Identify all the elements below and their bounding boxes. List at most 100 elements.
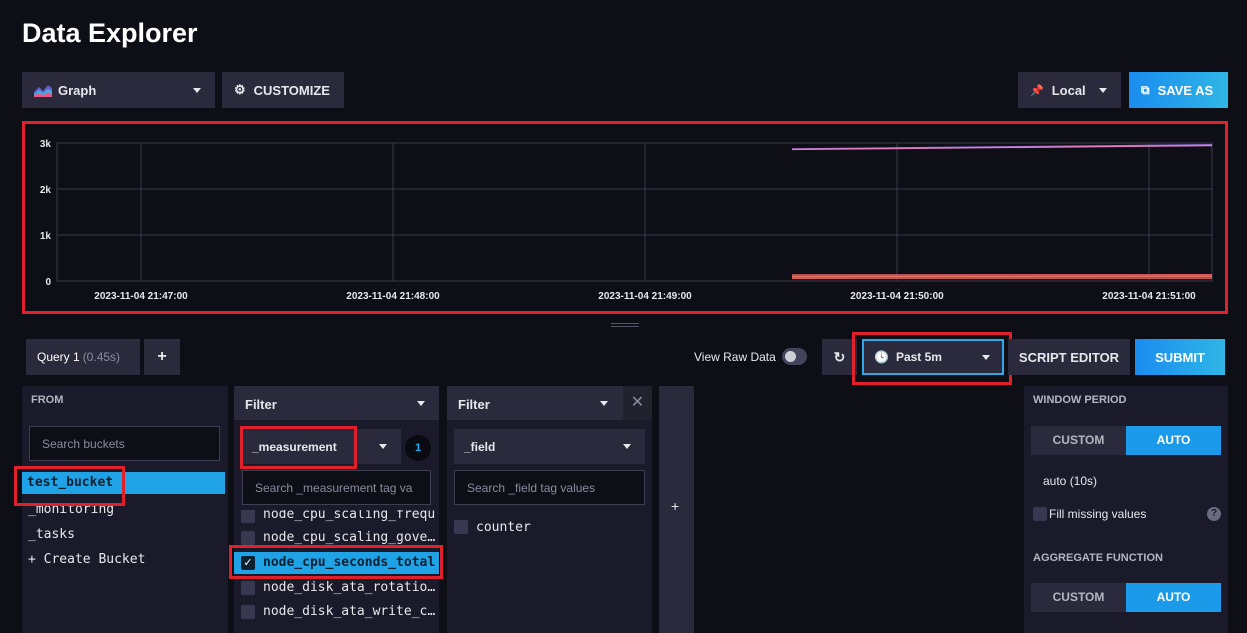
x-tick-label: 2023-11-04 21:51:00 [1102, 291, 1196, 302]
graph-icon [34, 85, 52, 97]
field-item[interactable]: counter [476, 520, 531, 535]
measurement-item[interactable]: node_cpu_scaling_frequ [263, 510, 435, 522]
view-raw-toggle[interactable] [782, 348, 807, 365]
help-icon[interactable]: ? [1207, 507, 1221, 521]
measurement-list: node_cpu_scaling_frequ node_cpu_scaling_… [234, 510, 439, 633]
measurement-item-selected[interactable]: ✓ node_cpu_seconds_total [234, 552, 439, 574]
checkbox[interactable] [241, 531, 255, 545]
window-custom-button[interactable]: CUSTOM [1031, 426, 1126, 455]
field-filter-panel: Filter ✕ _field Search _field tag values… [447, 386, 652, 633]
search-buckets-input[interactable]: Search buckets [29, 426, 220, 461]
external-link-icon: ⧉ [1141, 82, 1150, 97]
window-custom-label: CUSTOM [1052, 433, 1105, 447]
filter-header[interactable]: Filter [234, 386, 439, 420]
graph-panel: 3k 2k 1k 0 2023-11-04 21:47:00 2023-11-04 21:… [22, 121, 1228, 314]
x-tick-label: 2023-11-04 21:47:00 [94, 291, 188, 302]
plus-icon: + [671, 498, 680, 514]
close-icon[interactable]: ✕ [623, 386, 652, 420]
measurement-key-dropdown[interactable]: _measurement [242, 429, 401, 464]
submit-button[interactable]: SUBMIT [1135, 339, 1225, 375]
bucket-test-bucket[interactable]: test_bucket [22, 472, 225, 494]
fill-missing-label: Fill missing values [1049, 507, 1147, 521]
graph-type-label: Graph [58, 82, 97, 98]
filter-header[interactable]: Filter [447, 386, 623, 420]
window-auto-label: AUTO [1156, 433, 1191, 447]
gear-icon: ⚙ [234, 82, 246, 97]
y-tick-label: 2k [40, 185, 52, 196]
customize-label: CUSTOMIZE [253, 82, 330, 98]
add-query-button[interactable]: + [144, 339, 180, 375]
add-filter-button[interactable]: + [659, 386, 694, 633]
window-auto-button[interactable]: AUTO [1126, 426, 1221, 455]
save-as-label: SAVE AS [1157, 82, 1214, 98]
resize-handle[interactable] [611, 322, 639, 329]
aggregate-auto-label: AUTO [1156, 590, 1191, 604]
chevron-down-icon [417, 401, 425, 406]
chevron-down-icon [600, 401, 608, 406]
chevron-down-icon [623, 444, 631, 449]
plus-icon: + [157, 348, 167, 365]
chevron-down-icon [379, 444, 387, 449]
query-tab[interactable]: Query 1 (0.45s) [26, 339, 140, 375]
plot-frame [56, 142, 1213, 282]
save-as-button[interactable]: ⧉ SAVE AS [1129, 72, 1228, 108]
query-tab-time: (0.45s) [82, 350, 121, 364]
y-tick-label: 3k [40, 139, 52, 150]
time-range-label: Past 5m [895, 350, 942, 364]
window-period-header: WINDOW PERIOD [1033, 394, 1127, 406]
field-key-label: _field [464, 440, 496, 454]
aggregate-auto-button[interactable]: AUTO [1126, 583, 1221, 612]
customize-button[interactable]: ⚙ CUSTOMIZE [222, 72, 344, 108]
checkbox[interactable] [241, 510, 255, 523]
x-tick-label: 2023-11-04 21:50:00 [850, 291, 944, 302]
query-tab-label: Query 1 [37, 350, 80, 364]
view-raw-label: View Raw Data [694, 350, 776, 364]
from-header: FROM [31, 394, 64, 406]
bucket-tasks[interactable]: _tasks [28, 527, 75, 542]
y-tick-label: 0 [45, 277, 51, 288]
line-chart: 3k 2k 1k 0 2023-11-04 21:47:00 2023-11-04 21:… [40, 139, 1213, 302]
graph-type-dropdown[interactable]: Graph [22, 72, 215, 108]
clock-icon: 🕓 [874, 350, 889, 364]
aggregate-custom-button[interactable]: CUSTOM [1031, 583, 1126, 612]
create-bucket-link[interactable]: + Create Bucket [28, 552, 145, 567]
refresh-icon: ↻ [833, 348, 846, 365]
measurement-search-input[interactable]: Search _measurement tag va [242, 470, 431, 505]
refresh-button[interactable]: ↻ [822, 339, 857, 375]
x-tick-label: 2023-11-04 21:49:00 [598, 291, 692, 302]
fill-missing-checkbox[interactable] [1033, 507, 1047, 521]
checkbox[interactable] [241, 581, 255, 595]
timezone-dropdown[interactable]: 📌 Local [1018, 72, 1121, 108]
bucket-monitoring[interactable]: _monitoring [28, 502, 114, 517]
script-editor-button[interactable]: SCRIPT EDITOR [1008, 339, 1130, 375]
page-title: Data Explorer [22, 18, 198, 48]
chevron-down-icon [193, 88, 201, 93]
checkbox-checked[interactable]: ✓ [241, 556, 255, 570]
filter-header-label: Filter [245, 397, 277, 412]
selected-count-badge: 1 [405, 435, 431, 461]
pin-icon: 📌 [1030, 84, 1044, 97]
chevron-down-icon [982, 355, 990, 360]
x-tick-label: 2023-11-04 21:48:00 [346, 291, 440, 302]
aggregate-panel: WINDOW PERIOD CUSTOM AUTO auto (10s) Fil… [1024, 386, 1228, 633]
script-editor-label: SCRIPT EDITOR [1018, 349, 1120, 365]
field-key-dropdown[interactable]: _field [454, 429, 645, 464]
checkbox[interactable] [454, 520, 468, 534]
timezone-label: Local [1051, 82, 1086, 98]
y-tick-label: 1k [40, 231, 52, 242]
checkbox[interactable] [241, 605, 255, 619]
filter-header-label: Filter [458, 397, 490, 412]
chevron-down-icon [1099, 88, 1107, 93]
measurement-item[interactable]: node_cpu_scaling_gove… [263, 530, 435, 545]
field-search-input[interactable]: Search _field tag values [454, 470, 645, 505]
measurement-item[interactable]: node_disk_ata_rotatio… [263, 580, 435, 595]
time-range-dropdown[interactable]: 🕓 Past 5m [862, 339, 1004, 375]
submit-label: SUBMIT [1155, 349, 1205, 365]
auto-window-value: auto (10s) [1043, 474, 1098, 488]
measurement-item-label: node_cpu_seconds_total [263, 555, 436, 570]
measurement-item[interactable]: node_disk_ata_write_c… [263, 604, 435, 619]
from-panel: FROM Search buckets test_bucket _monitor… [22, 386, 228, 633]
aggregate-custom-label: CUSTOM [1052, 590, 1105, 604]
measurement-filter-panel: Filter _measurement 1 Search _measuremen… [234, 386, 439, 633]
aggregate-function-header: AGGREGATE FUNCTION [1033, 552, 1163, 564]
